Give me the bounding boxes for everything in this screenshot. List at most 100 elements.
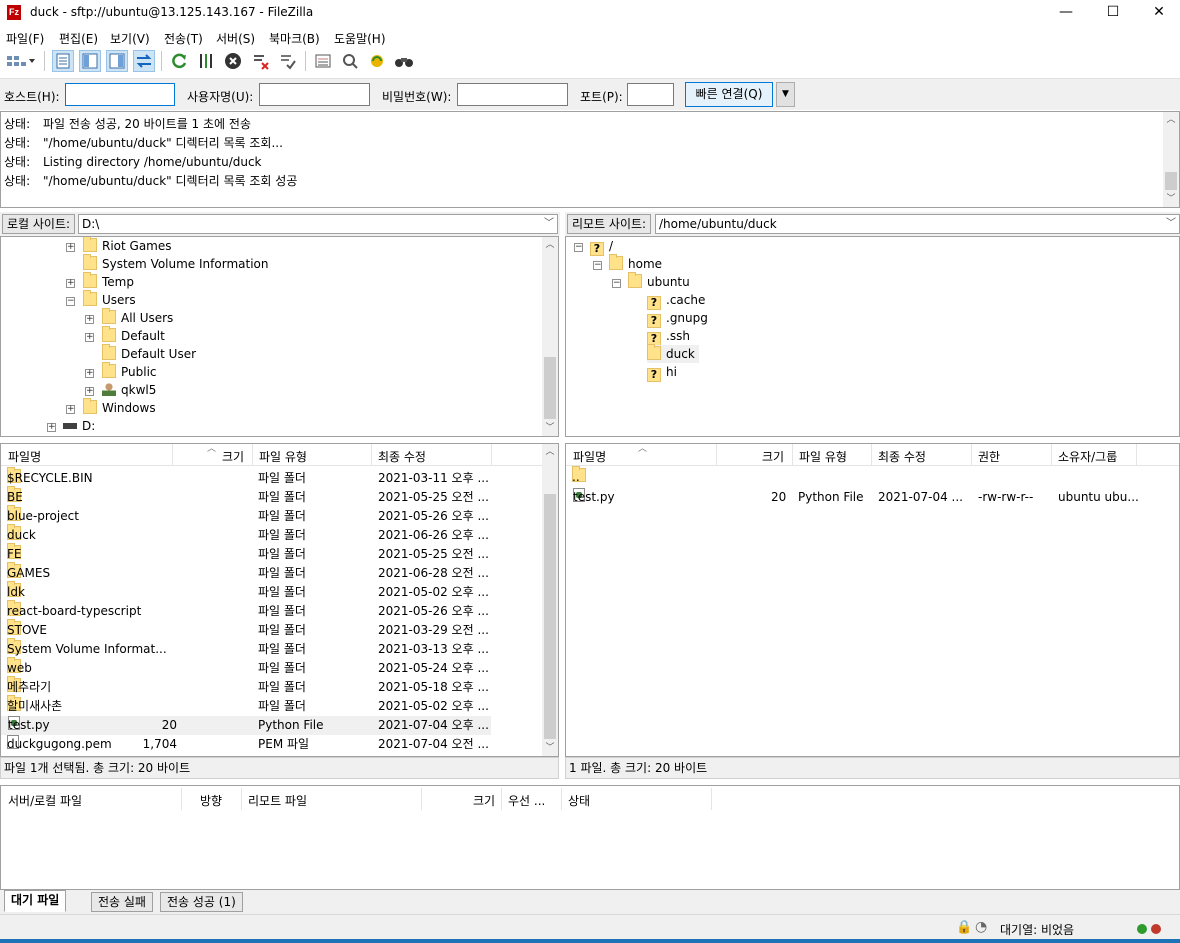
scroll-down-icon[interactable]: ﹀ xyxy=(542,740,558,756)
tree-item-windows[interactable]: Windows xyxy=(83,398,156,417)
tree-item-hi[interactable]: ? hi xyxy=(647,363,677,382)
tree-item-all-users[interactable]: All Users xyxy=(102,308,173,327)
column-permissions[interactable]: 권한 xyxy=(978,448,1000,465)
menu-view[interactable]: 보기(V) xyxy=(110,30,150,47)
scroll-down-icon[interactable]: ﹀ xyxy=(542,420,558,436)
message-log-toggle-icon[interactable] xyxy=(52,50,74,72)
synchronized-browsing-icon[interactable] xyxy=(366,50,388,72)
expand-icon[interactable]: + xyxy=(66,243,75,252)
tree-item-qkwl5[interactable]: qkwl5 xyxy=(102,381,156,399)
column-filetype[interactable]: 파일 유형 xyxy=(799,448,847,465)
search-remote-files-icon[interactable] xyxy=(393,50,415,72)
tree-item-riot-games[interactable]: Riot Games xyxy=(83,237,172,255)
scroll-thumb[interactable] xyxy=(1165,172,1177,190)
queue-column-size[interactable]: 크기 xyxy=(473,792,495,809)
local-file-row[interactable]: web 파일 폴더 2021-05-24 오후 ... xyxy=(1,657,491,678)
tree-item-drive-d[interactable]: D: xyxy=(63,417,95,435)
expand-icon[interactable]: + xyxy=(85,333,94,342)
password-input[interactable] xyxy=(457,83,568,106)
local-file-row[interactable]: duck 파일 폴더 2021-06-26 오후 ... xyxy=(1,524,491,545)
process-queue-icon[interactable] xyxy=(195,50,217,72)
tree-item-root[interactable]: ? / xyxy=(590,237,613,256)
expand-icon[interactable]: + xyxy=(47,423,56,432)
expand-icon[interactable]: + xyxy=(85,369,94,378)
column-filetype[interactable]: 파일 유형 xyxy=(259,448,307,465)
port-input[interactable] xyxy=(627,83,674,106)
remote-file-row-parent[interactable]: .. xyxy=(566,466,1179,487)
tree-item-public[interactable]: Public xyxy=(102,362,157,381)
menu-transfer[interactable]: 전송(T) xyxy=(164,30,203,47)
log-scrollbar[interactable]: ︿ ﹀ xyxy=(1163,112,1179,207)
disconnect-icon[interactable] xyxy=(250,50,272,72)
tree-item-system-volume-information[interactable]: System Volume Information xyxy=(83,254,268,273)
menu-bookmarks[interactable]: 북마크(B) xyxy=(269,30,320,47)
scroll-up-icon[interactable]: ︿ xyxy=(542,237,558,253)
local-file-scrollbar[interactable]: ︿ ﹀ xyxy=(542,444,558,756)
directory-filter-icon[interactable] xyxy=(312,50,334,72)
local-file-row[interactable]: STOVE 파일 폴더 2021-03-29 오전 ... xyxy=(1,619,491,640)
column-filename[interactable]: 파일명 xyxy=(8,448,41,465)
tree-item-cache[interactable]: ? .cache xyxy=(647,291,705,310)
tree-item-ssh[interactable]: ? .ssh xyxy=(647,327,690,346)
quickconnect-button[interactable]: 빠른 연결(Q) xyxy=(685,82,773,107)
collapse-icon[interactable]: − xyxy=(574,243,583,252)
tab-successful-transfers[interactable]: 전송 성공 (1) xyxy=(160,892,243,912)
menu-file[interactable]: 파일(F) xyxy=(6,30,44,47)
host-input[interactable] xyxy=(65,83,175,106)
reconnect-icon[interactable] xyxy=(277,50,299,72)
expand-icon[interactable]: + xyxy=(85,387,94,396)
local-file-row[interactable]: 메추라기 파일 폴더 2021-05-18 오후 ... xyxy=(1,676,491,697)
queue-column-status[interactable]: 상태 xyxy=(568,792,590,809)
scroll-thumb[interactable] xyxy=(544,494,556,739)
directory-compare-icon[interactable] xyxy=(339,50,361,72)
local-file-row[interactable]: blue-project 파일 폴더 2021-05-26 오후 ... xyxy=(1,505,491,526)
expand-icon[interactable]: + xyxy=(85,315,94,324)
tree-item-users[interactable]: Users xyxy=(83,290,136,309)
site-manager-icon[interactable] xyxy=(4,50,38,72)
tree-item-duck[interactable]: duck xyxy=(647,344,699,363)
queue-column-priority[interactable]: 우선 ... xyxy=(508,792,545,809)
refresh-icon[interactable] xyxy=(168,50,190,72)
expand-icon[interactable]: + xyxy=(66,279,75,288)
local-path-combobox[interactable]: D:\ ﹀ xyxy=(78,214,558,234)
local-file-row[interactable]: BE 파일 폴더 2021-05-25 오전 ... xyxy=(1,486,491,507)
local-file-row[interactable]: test.py 20 Python File 2021-07-04 오후 ... xyxy=(1,716,491,735)
local-file-row[interactable]: ldk 파일 폴더 2021-05-02 오후 ... xyxy=(1,581,491,602)
quickconnect-dropdown-icon[interactable]: ▼ xyxy=(776,82,795,107)
collapse-icon[interactable]: − xyxy=(66,297,75,306)
local-file-row[interactable]: 할미새사촌 파일 폴더 2021-05-02 오후 ... xyxy=(1,695,491,716)
tab-failed-transfers[interactable]: 전송 실패 xyxy=(91,892,153,912)
column-size[interactable]: 크기 xyxy=(762,448,784,465)
collapse-icon[interactable]: − xyxy=(612,279,621,288)
scroll-down-icon[interactable]: ﹀ xyxy=(1163,191,1179,207)
tree-item-default-user[interactable]: Default User xyxy=(102,344,196,363)
local-tree-toggle-icon[interactable] xyxy=(79,50,101,72)
tree-item-gnupg[interactable]: ? .gnupg xyxy=(647,309,708,328)
remote-file-row-test-py[interactable]: test.py 20 Python File 2021-07-04 ... -r… xyxy=(566,488,1179,507)
chevron-down-icon[interactable]: ﹀ xyxy=(544,215,554,233)
menu-help[interactable]: 도움말(H) xyxy=(334,30,386,47)
tree-item-temp[interactable]: Temp xyxy=(83,272,134,291)
minimize-button[interactable]: — xyxy=(1043,0,1089,26)
tree-item-default[interactable]: Default xyxy=(102,326,165,345)
local-file-row[interactable]: FE 파일 폴더 2021-05-25 오전 ... xyxy=(1,543,491,564)
queue-column-local-file[interactable]: 서버/로컬 파일 xyxy=(8,792,82,809)
local-file-row[interactable]: duckgugong.pem 1,704 PEM 파일 2021-07-04 오전 .… xyxy=(1,735,491,754)
tree-item-home[interactable]: home xyxy=(609,254,662,273)
local-file-row[interactable]: $RECYCLE.BIN 파일 폴더 2021-03-11 오후 ... xyxy=(1,467,491,488)
speed-limit-icon[interactable]: ◔ xyxy=(975,919,987,935)
transfer-queue-toggle-icon[interactable] xyxy=(133,50,155,72)
expand-icon[interactable]: + xyxy=(66,405,75,414)
column-owner-group[interactable]: 소유자/그룹 xyxy=(1058,448,1117,465)
close-button[interactable]: ✕ xyxy=(1136,0,1180,26)
cancel-operation-icon[interactable] xyxy=(222,50,244,72)
column-filename[interactable]: 파일명 xyxy=(573,448,606,465)
tab-queued-files[interactable]: 대기 파일 xyxy=(4,890,67,912)
username-input[interactable] xyxy=(259,83,370,106)
queue-column-remote-file[interactable]: 리모트 파일 xyxy=(248,792,307,809)
remote-tree-toggle-icon[interactable] xyxy=(106,50,128,72)
local-tree-scrollbar[interactable]: ︿ ﹀ xyxy=(542,237,558,436)
maximize-button[interactable]: ☐ xyxy=(1090,0,1136,26)
tree-item-ubuntu[interactable]: ubuntu xyxy=(628,272,690,291)
scroll-up-icon[interactable]: ︿ xyxy=(542,444,558,460)
